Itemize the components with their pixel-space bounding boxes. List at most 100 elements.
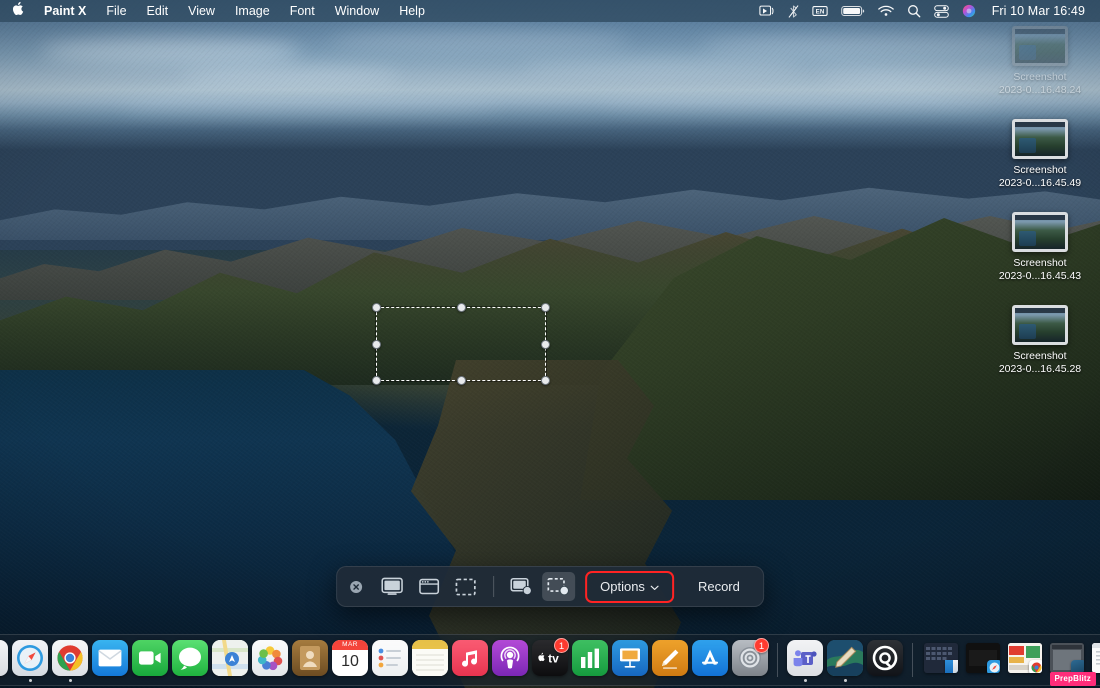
siri-icon[interactable] [962,4,976,18]
screenshot-thumbnail-image[interactable] [1012,119,1068,159]
bluetooth-off-icon[interactable] [788,4,799,19]
input-menu-icon[interactable]: EN [812,5,828,17]
dock-item-music[interactable] [451,637,489,683]
dock-item-safari[interactable] [11,637,49,683]
paint-x-icon [827,640,863,676]
menu-bar: Paint X File Edit View Image Font Window… [0,0,1100,22]
selection-handle-bottom-middle[interactable] [456,376,466,385]
minimized-app-badge-finder [945,660,958,673]
capture-entire-screen-button[interactable] [375,572,408,601]
messages-icon [172,640,208,676]
dock-item-numbers[interactable] [571,637,609,683]
capture-selection-marquee[interactable] [372,303,550,385]
apple-logo-icon[interactable] [0,1,34,21]
dock-item-launchpad[interactable] [0,637,9,683]
cloud [180,66,400,86]
screenshot-thumbnail-image[interactable] [1012,212,1068,252]
selection-handle-top-left[interactable] [372,303,381,312]
svg-text:EN: EN [815,8,824,15]
selection-handle-bottom-right[interactable] [541,376,550,385]
numbers-icon [572,640,608,676]
dock-item-podcasts[interactable] [491,637,529,683]
music-icon [452,640,488,676]
menu-item-image[interactable]: Image [225,0,280,22]
desktop-screenshot-item[interactable]: Screenshot 2023-0...16.45.43 [992,212,1088,283]
record-entire-screen-button[interactable] [505,572,538,601]
cloud [700,34,1020,58]
running-indicator [803,679,807,682]
close-icon[interactable] [348,579,364,595]
wifi-icon[interactable] [877,5,894,17]
record-label: Record [697,579,740,594]
desktop-screenshot-item[interactable]: Screenshot 2023-0...16.45.49 [992,119,1088,190]
minimized-safari-window[interactable] [963,637,1003,683]
desktop-screenshot-item[interactable]: Screenshot 2023-0...16.45.28 [992,305,1088,376]
cloud [330,30,630,52]
record-selected-portion-button[interactable] [542,572,576,601]
dock-item-photos[interactable] [251,637,289,683]
dock-item-mail[interactable] [91,637,129,683]
dock-item-paint-x[interactable] [826,637,864,683]
dock-item-reminders[interactable] [371,637,409,683]
menu-bar-left: Paint X File Edit View Image Font Window… [0,0,435,22]
running-indicator [28,679,32,682]
search-icon[interactable] [907,4,921,18]
dock-item-facetime[interactable] [131,637,169,683]
dock-item-keynote[interactable] [611,637,649,683]
battery-icon[interactable] [840,5,865,17]
minimized-window-thumbnail [1008,643,1042,673]
minimized-finder-window[interactable] [921,637,961,683]
screenshot-thumbnail-image[interactable] [1012,26,1068,66]
dock-item-messages[interactable] [171,637,209,683]
desktop-screenshot-item[interactable]: Screenshot 2023-0...16.48.24 [992,26,1088,97]
menu-item-file[interactable]: File [96,0,136,22]
microsoft-teams-icon [787,640,823,676]
system-preferences-badge: 1 [754,638,769,653]
dock-item-apple-tv[interactable]: 1 tv [531,637,569,683]
menu-item-view[interactable]: View [178,0,225,22]
dock-item-quicktime-player[interactable] [866,637,904,683]
chrome-icon [52,640,88,676]
menu-item-edit[interactable]: Edit [137,0,179,22]
dock-item-system-preferences[interactable]: 1 [731,637,769,683]
dock-item-pages[interactable] [651,637,689,683]
cloud [600,96,1000,112]
safari-icon [12,640,48,676]
dock-item-app-store[interactable] [691,637,729,683]
facetime-icon [132,640,168,676]
selection-handle-middle-right[interactable] [541,339,550,349]
dock-item-notes[interactable] [411,637,449,683]
cloud [820,70,1020,86]
dock-item-microsoft-teams[interactable] [786,637,824,683]
capture-selected-portion-button[interactable] [449,572,482,601]
menu-app-name[interactable]: Paint X [34,0,96,22]
dock-item-chrome[interactable] [51,637,89,683]
screen-mirroring-icon[interactable] [759,5,775,17]
calendar-day: 10 [341,653,359,670]
minimized-chrome-window[interactable] [1005,637,1045,683]
photos-icon [252,640,288,676]
menu-item-help[interactable]: Help [389,0,435,22]
selection-handle-top-right[interactable] [541,303,550,312]
selection-handle-middle-left[interactable] [372,339,381,349]
capture-selected-window-button[interactable] [412,572,445,601]
reminders-icon [372,640,408,676]
menu-item-window[interactable]: Window [325,0,389,22]
options-button[interactable]: Options [587,573,672,601]
menu-bar-clock[interactable]: Fri 10 Mar 16:49 [992,4,1085,18]
dock-item-maps[interactable] [211,637,249,683]
selection-handle-top-middle[interactable] [456,303,466,312]
dock-item-contacts[interactable] [291,637,329,683]
record-button[interactable]: Record [686,573,752,601]
screenshot-thumbnail-image[interactable] [1012,305,1068,345]
dock: MAR 10 1 tv 1 [0,634,1100,686]
screenshot-title: Screenshot [1013,257,1067,269]
control-center-icon[interactable] [933,4,949,18]
menu-item-font[interactable]: Font [280,0,325,22]
calendar-icon: MAR 10 [332,640,368,676]
screenshot-title: Screenshot [1013,71,1067,83]
selection-handle-bottom-left[interactable] [372,376,381,385]
dock-item-calendar[interactable]: MAR 10 [331,637,369,683]
quicktime-icon [867,640,903,676]
podcasts-icon [492,640,528,676]
